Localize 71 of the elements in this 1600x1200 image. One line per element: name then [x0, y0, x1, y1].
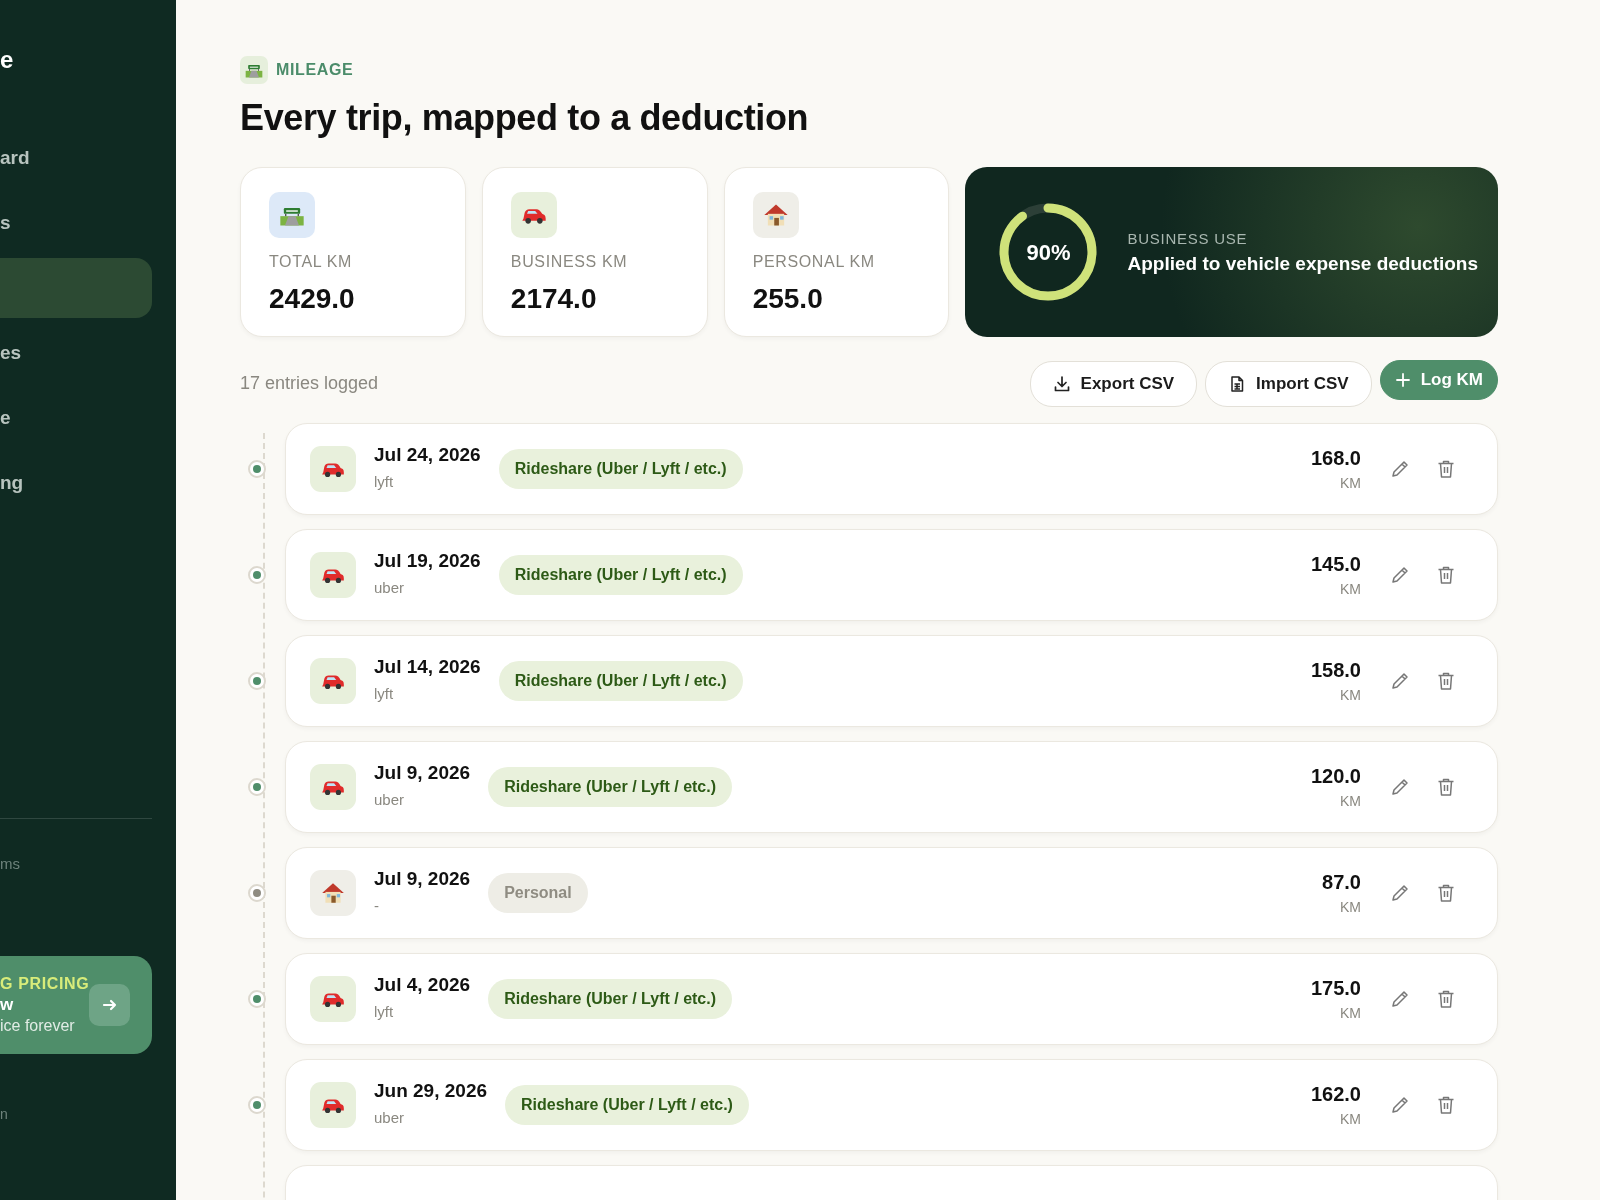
entry-distance: 168.0: [1310, 446, 1361, 472]
distance-unit: KM: [1339, 1004, 1361, 1024]
entry-platform: lyft: [374, 683, 395, 704]
category-tag: Rideshare (Uber / Lyft / etc.): [498, 448, 743, 489]
distance-unit: KM: [1339, 580, 1361, 600]
entry-platform: uber: [374, 577, 406, 598]
category-tag: Rideshare (Uber / Lyft / etc.): [488, 978, 733, 1019]
timeline-dot: [248, 777, 266, 796]
business-use-text: Applied to vehicle expense deductions: [1127, 251, 1478, 276]
stat-label: TOTAL KM: [269, 252, 354, 273]
sidebar-footer-text: n: [0, 1105, 9, 1125]
category-tag: Rideshare (Uber / Lyft / etc.): [498, 660, 743, 701]
entry-distance: 145.0: [1310, 552, 1361, 578]
entry-date: Jul 9, 2026: [374, 762, 471, 785]
timeline-dot: [248, 565, 266, 584]
timeline-dot: [248, 1095, 266, 1114]
stat-value: 255.0: [752, 282, 824, 317]
timeline-dot: [248, 671, 266, 690]
stat-label: PERSONAL KM: [752, 252, 876, 273]
distance-unit: KM: [1339, 1110, 1361, 1130]
distance-unit: KM: [1339, 474, 1361, 494]
page-title: Every trip, mapped to a deduction: [240, 96, 810, 140]
plus-icon: [1394, 371, 1411, 388]
section-eyebrow: MILEAGE: [276, 60, 354, 80]
entry-distance: 162.0: [1310, 1082, 1361, 1108]
entry-date: Jul 19, 2026: [374, 550, 481, 573]
distance-unit: KM: [1339, 792, 1361, 812]
timeline-dot: [248, 989, 266, 1008]
entry-platform: lyft: [374, 1001, 395, 1022]
category-tag: Rideshare (Uber / Lyft / etc.): [498, 554, 743, 595]
category-tag: Personal: [488, 872, 588, 913]
promo-title: w: [0, 995, 15, 1015]
entry-platform: uber: [374, 789, 406, 810]
entry-date: Jul 14, 2026: [374, 656, 481, 679]
distance-unit: KM: [1339, 686, 1361, 706]
sidebar-item[interactable]: es: [0, 323, 152, 383]
entry-distance: 120.0: [1310, 764, 1361, 790]
download-icon: [1052, 374, 1071, 393]
logo-text: e: [0, 48, 15, 72]
entry-date: Jul 9, 2026: [374, 868, 471, 891]
category-tag: Rideshare (Uber / Lyft / etc.): [488, 766, 733, 807]
entry-date: Jun 29, 2026: [374, 1080, 488, 1103]
export-csv-button[interactable]: Export CSV: [1029, 361, 1198, 407]
entry-platform: lyft: [374, 471, 395, 492]
entry-date: Jul 24, 2026: [374, 444, 481, 467]
stat-label: BUSINESS KM: [510, 252, 629, 273]
arrow-button[interactable]: [89, 983, 130, 1026]
sidebar-item[interactable]: e: [0, 388, 152, 448]
entry-platform: -: [374, 895, 380, 916]
entry-distance: 158.0: [1310, 658, 1361, 684]
section-label: ms: [0, 854, 21, 874]
category-tag: Rideshare (Uber / Lyft / etc.): [505, 1084, 749, 1125]
promo-subtitle: ice forever: [0, 1016, 76, 1037]
entry-date: Jul 4, 2026: [374, 974, 471, 997]
timeline-dot: [248, 459, 266, 478]
entry-distance: 175.0: [1310, 976, 1361, 1002]
promo-eyebrow: G PRICING: [0, 973, 90, 994]
stat-value: 2174.0: [510, 282, 598, 317]
percent-value: 90%: [1026, 238, 1071, 267]
timeline-dot: [248, 883, 266, 902]
entry-platform: uber: [374, 1107, 406, 1128]
entries-count: 17 entries logged: [240, 372, 379, 396]
sidebar-item[interactable]: ard: [0, 128, 152, 188]
sidebar-item[interactable]: s: [0, 193, 152, 253]
import-csv-button[interactable]: Import CSV: [1205, 361, 1372, 407]
stat-value: 2429.0: [269, 282, 356, 317]
sidebar-item[interactable]: ng: [0, 453, 152, 513]
log-km-button[interactable]: Log KM: [1379, 360, 1498, 400]
business-use-label: BUSINESS USE: [1127, 229, 1249, 250]
entry-distance: 87.0: [1322, 870, 1361, 896]
distance-unit: KM: [1339, 898, 1361, 918]
